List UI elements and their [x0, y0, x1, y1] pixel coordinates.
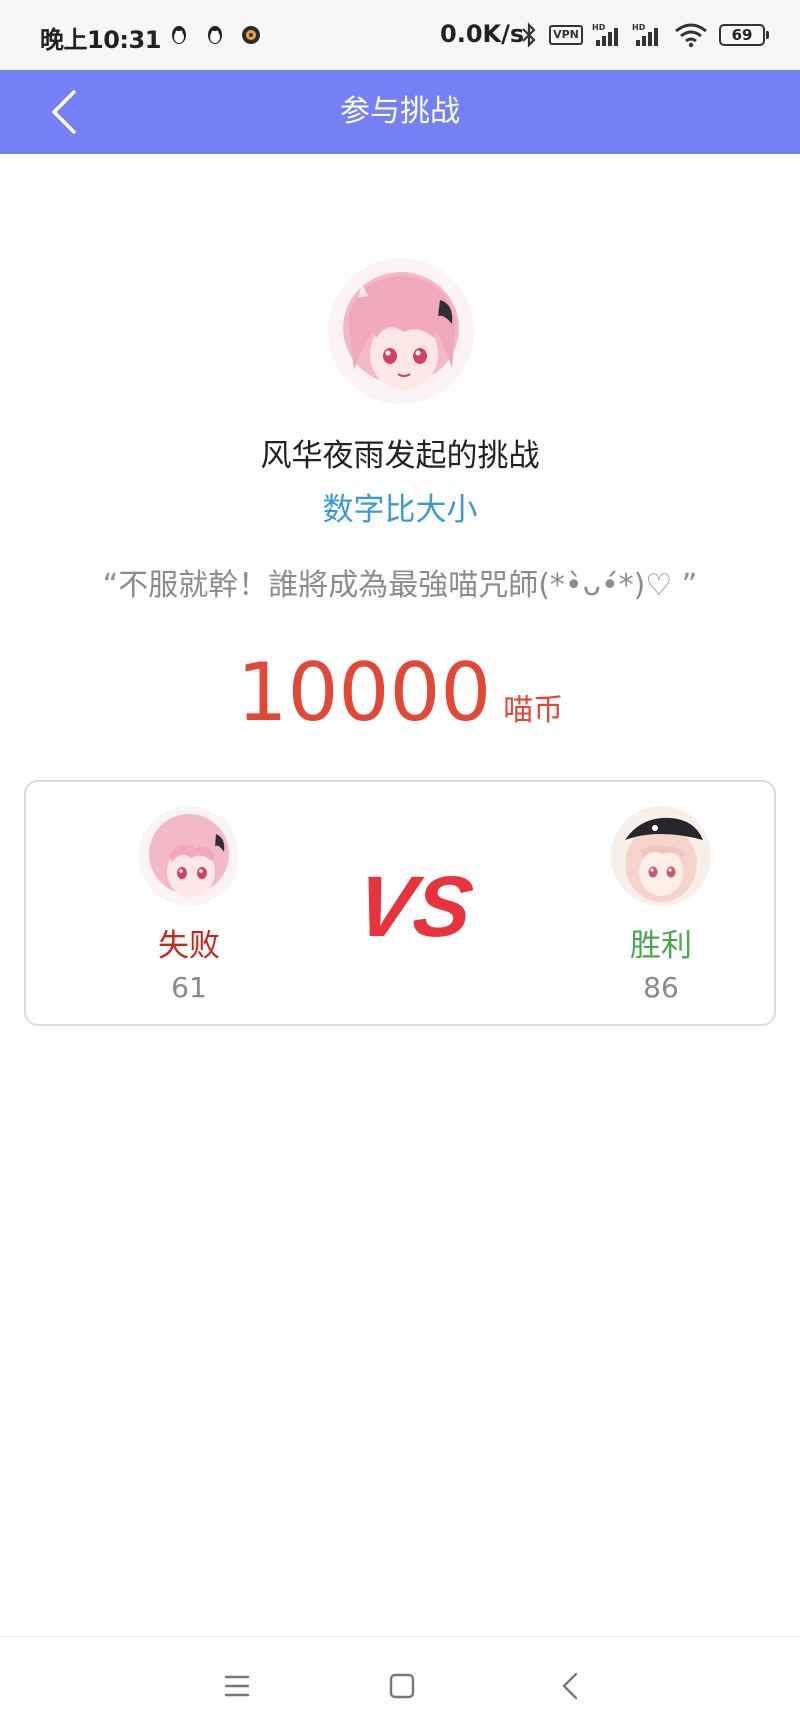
- player-right: 胜利 86: [601, 806, 721, 1004]
- stake-display: 10000 喵币: [0, 646, 800, 739]
- stake-unit: 喵币: [503, 693, 564, 728]
- home-icon[interactable]: [377, 1661, 427, 1711]
- system-nav-bar: [0, 1636, 800, 1733]
- signal-hd-icon: HD: [592, 23, 618, 46]
- vs-card: 失败 61 VS 胜利 86: [24, 780, 776, 1026]
- nav-back-icon[interactable]: [546, 1661, 596, 1711]
- player-left-score: 61: [171, 971, 207, 1004]
- qq-notification-icon: [172, 26, 186, 44]
- network-speed: 0.0K/s: [440, 20, 525, 48]
- status-time: 晚上10:31: [40, 26, 161, 54]
- stake-amount: 10000: [236, 646, 492, 739]
- svg-text:HD: HD: [632, 23, 646, 32]
- player-left: 失败 61: [129, 806, 249, 1004]
- player-left-result: 失败: [158, 928, 220, 964]
- player-right-score: 86: [643, 971, 679, 1004]
- signal-hd-icon: HD: [632, 23, 658, 46]
- battery-indicator: 69: [719, 24, 769, 46]
- status-bar: 晚上10:31 0.0K/s VPN HD HD 69: [0, 0, 800, 70]
- player-right-result: 胜利: [630, 928, 692, 964]
- initiator-avatar[interactable]: [328, 258, 474, 404]
- page-title: 参与挑战: [340, 94, 460, 129]
- menu-icon[interactable]: [212, 1661, 262, 1711]
- vs-logo-text: VS: [350, 860, 476, 950]
- wifi-icon: [675, 23, 707, 48]
- challenge-slogan: “不服就幹！誰將成為最強喵咒師(*•̀ᴗ•́*)♡ ”: [102, 568, 698, 603]
- vs-logo: VS: [350, 860, 476, 950]
- svg-text:HD: HD: [592, 23, 606, 32]
- player-right-avatar[interactable]: [611, 806, 711, 906]
- app-header: 参与挑战: [0, 70, 800, 154]
- initiator-text: 风华夜雨发起的挑战: [260, 438, 540, 474]
- player-left-avatar[interactable]: [139, 806, 239, 906]
- qq-notification-icon: [208, 26, 222, 44]
- game-name-link[interactable]: 数字比大小: [0, 484, 800, 529]
- bluetooth-icon: [522, 22, 536, 48]
- app-notification-icon: [242, 26, 260, 44]
- vpn-badge: VPN: [549, 25, 583, 45]
